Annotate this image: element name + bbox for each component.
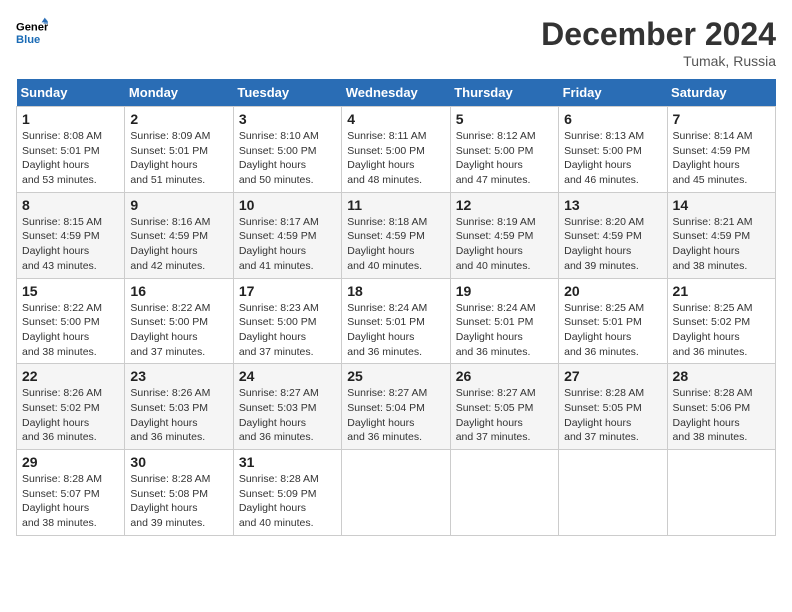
header-row: SundayMondayTuesdayWednesdayThursdayFrid…	[17, 79, 776, 107]
week-row-2: 8Sunrise: 8:15 AMSunset: 4:59 PMDaylight…	[17, 192, 776, 278]
table-row: 16Sunrise: 8:22 AMSunset: 5:00 PMDayligh…	[125, 278, 233, 364]
table-row: 1Sunrise: 8:08 AMSunset: 5:01 PMDaylight…	[17, 107, 125, 193]
table-row: 23Sunrise: 8:26 AMSunset: 5:03 PMDayligh…	[125, 364, 233, 450]
table-row: 19Sunrise: 8:24 AMSunset: 5:01 PMDayligh…	[450, 278, 558, 364]
col-header-friday: Friday	[559, 79, 667, 107]
svg-text:General: General	[16, 21, 48, 33]
table-row: 13Sunrise: 8:20 AMSunset: 4:59 PMDayligh…	[559, 192, 667, 278]
svg-text:Blue: Blue	[16, 34, 40, 46]
week-row-3: 15Sunrise: 8:22 AMSunset: 5:00 PMDayligh…	[17, 278, 776, 364]
table-row: 8Sunrise: 8:15 AMSunset: 4:59 PMDaylight…	[17, 192, 125, 278]
table-row: 12Sunrise: 8:19 AMSunset: 4:59 PMDayligh…	[450, 192, 558, 278]
col-header-wednesday: Wednesday	[342, 79, 450, 107]
table-row: 25Sunrise: 8:27 AMSunset: 5:04 PMDayligh…	[342, 364, 450, 450]
col-header-saturday: Saturday	[667, 79, 775, 107]
logo: General Blue	[16, 16, 48, 48]
table-row: 14Sunrise: 8:21 AMSunset: 4:59 PMDayligh…	[667, 192, 775, 278]
table-row: 22Sunrise: 8:26 AMSunset: 5:02 PMDayligh…	[17, 364, 125, 450]
title-block: December 2024 Tumak, Russia	[541, 16, 776, 69]
table-row: 7Sunrise: 8:14 AMSunset: 4:59 PMDaylight…	[667, 107, 775, 193]
table-row: 10Sunrise: 8:17 AMSunset: 4:59 PMDayligh…	[233, 192, 341, 278]
table-row: 29Sunrise: 8:28 AMSunset: 5:07 PMDayligh…	[17, 450, 125, 536]
week-row-5: 29Sunrise: 8:28 AMSunset: 5:07 PMDayligh…	[17, 450, 776, 536]
location: Tumak, Russia	[541, 53, 776, 69]
table-row: 9Sunrise: 8:16 AMSunset: 4:59 PMDaylight…	[125, 192, 233, 278]
logo-icon: General Blue	[16, 16, 48, 48]
table-row: 11Sunrise: 8:18 AMSunset: 4:59 PMDayligh…	[342, 192, 450, 278]
calendar-table: SundayMondayTuesdayWednesdayThursdayFrid…	[16, 79, 776, 536]
table-row: 15Sunrise: 8:22 AMSunset: 5:00 PMDayligh…	[17, 278, 125, 364]
col-header-sunday: Sunday	[17, 79, 125, 107]
col-header-tuesday: Tuesday	[233, 79, 341, 107]
table-row: 4Sunrise: 8:11 AMSunset: 5:00 PMDaylight…	[342, 107, 450, 193]
table-row	[342, 450, 450, 536]
table-row: 21Sunrise: 8:25 AMSunset: 5:02 PMDayligh…	[667, 278, 775, 364]
table-row: 5Sunrise: 8:12 AMSunset: 5:00 PMDaylight…	[450, 107, 558, 193]
table-row: 18Sunrise: 8:24 AMSunset: 5:01 PMDayligh…	[342, 278, 450, 364]
table-row: 3Sunrise: 8:10 AMSunset: 5:00 PMDaylight…	[233, 107, 341, 193]
week-row-4: 22Sunrise: 8:26 AMSunset: 5:02 PMDayligh…	[17, 364, 776, 450]
col-header-monday: Monday	[125, 79, 233, 107]
table-row: 24Sunrise: 8:27 AMSunset: 5:03 PMDayligh…	[233, 364, 341, 450]
table-row: 31Sunrise: 8:28 AMSunset: 5:09 PMDayligh…	[233, 450, 341, 536]
table-row: 2Sunrise: 8:09 AMSunset: 5:01 PMDaylight…	[125, 107, 233, 193]
page-header: General Blue December 2024 Tumak, Russia	[16, 16, 776, 69]
table-row	[559, 450, 667, 536]
table-row: 17Sunrise: 8:23 AMSunset: 5:00 PMDayligh…	[233, 278, 341, 364]
col-header-thursday: Thursday	[450, 79, 558, 107]
table-row: 28Sunrise: 8:28 AMSunset: 5:06 PMDayligh…	[667, 364, 775, 450]
month-title: December 2024	[541, 16, 776, 53]
table-row: 6Sunrise: 8:13 AMSunset: 5:00 PMDaylight…	[559, 107, 667, 193]
table-row	[667, 450, 775, 536]
table-row: 20Sunrise: 8:25 AMSunset: 5:01 PMDayligh…	[559, 278, 667, 364]
table-row: 26Sunrise: 8:27 AMSunset: 5:05 PMDayligh…	[450, 364, 558, 450]
week-row-1: 1Sunrise: 8:08 AMSunset: 5:01 PMDaylight…	[17, 107, 776, 193]
table-row: 30Sunrise: 8:28 AMSunset: 5:08 PMDayligh…	[125, 450, 233, 536]
table-row: 27Sunrise: 8:28 AMSunset: 5:05 PMDayligh…	[559, 364, 667, 450]
table-row	[450, 450, 558, 536]
